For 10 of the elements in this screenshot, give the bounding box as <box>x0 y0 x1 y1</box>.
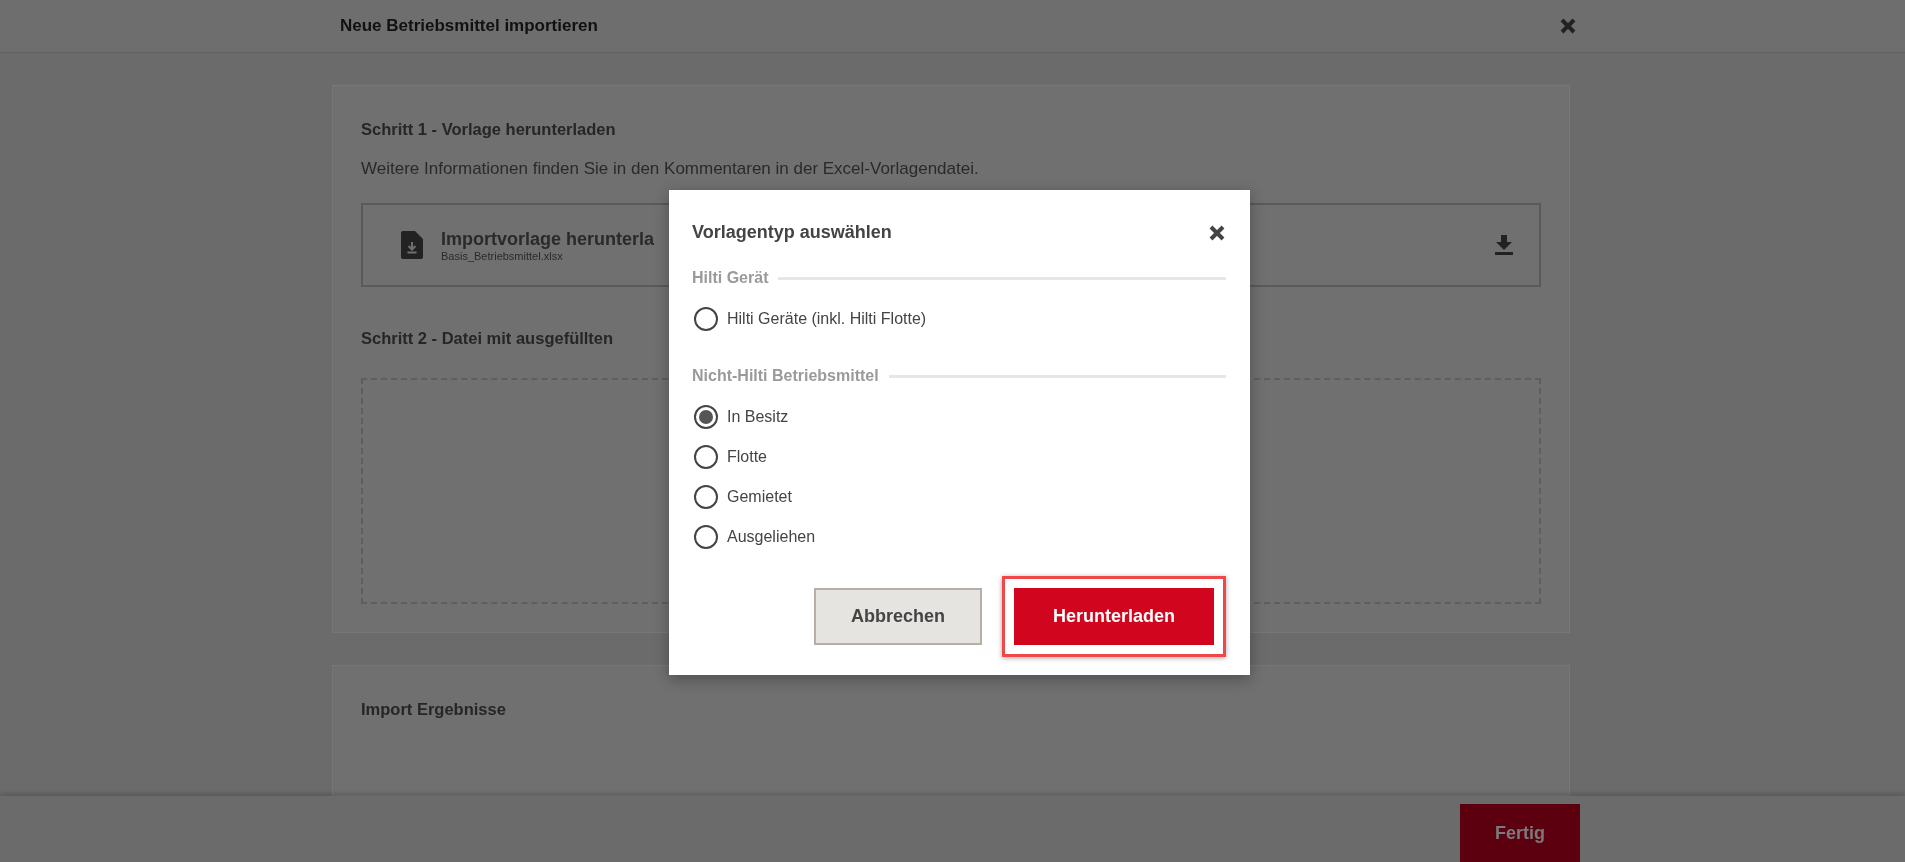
step-heading: Schritt 1 - Vorlage herunterladen <box>361 120 617 139</box>
file-title: Importvorlage herunterla <box>441 228 655 250</box>
results-heading: Import Ergebnisse <box>361 700 507 719</box>
file-name: Basis_Betriebsmittel.xlsx <box>441 249 563 262</box>
group-label: Nicht-Hilti Betriebsmittel <box>692 367 879 385</box>
step-heading: Schritt 2 - Datei mit ausgefüllten <box>361 329 615 348</box>
window-title: Neue Betriebsmittel importieren <box>340 16 598 36</box>
group-label: Hilti Gerät <box>692 269 769 287</box>
step-description: Weitere Informationen finden Sie in den Kommentaren in der Excel-Vorlagendatei. <box>361 159 980 179</box>
dialog-title: Vorlagentyp auswählen <box>692 222 892 243</box>
